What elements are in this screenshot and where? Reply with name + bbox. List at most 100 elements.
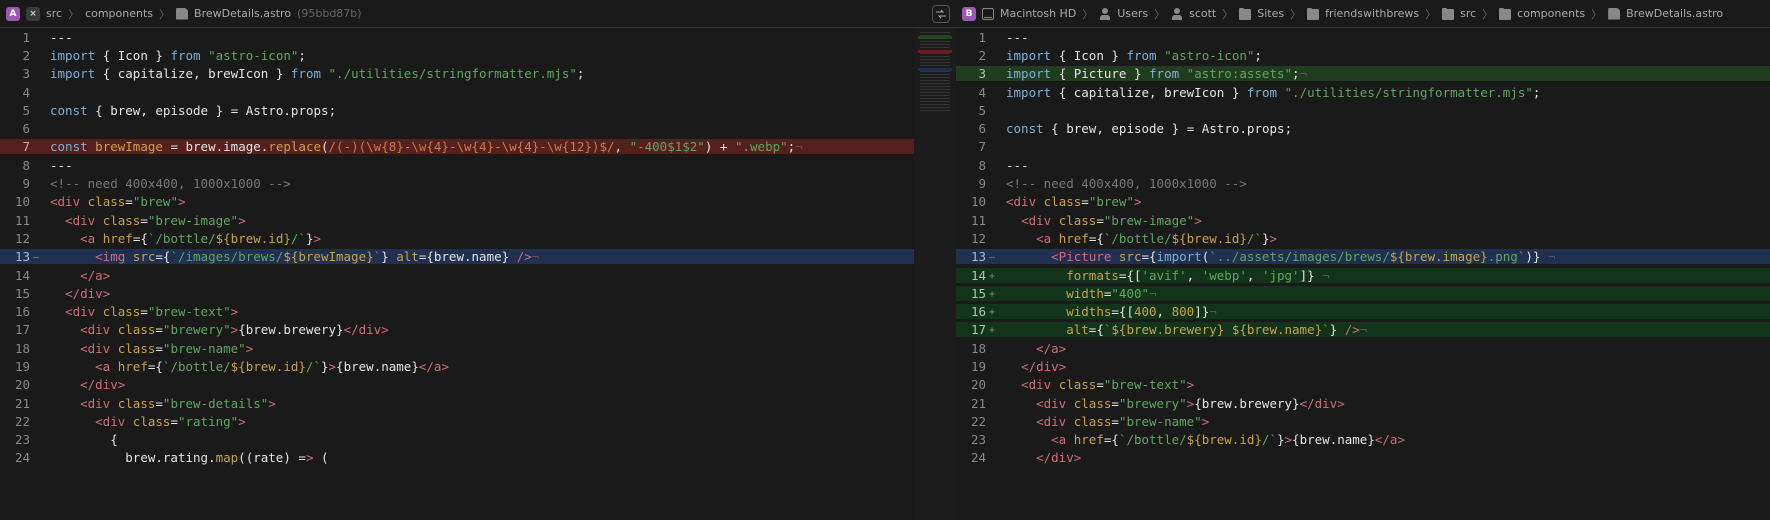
code-line[interactable]: 2import { Icon } from "astro-icon"; (956, 46, 1770, 64)
swap-panes-button[interactable] (932, 5, 950, 23)
code-line[interactable]: 15+ width="400"¬ (956, 284, 1770, 302)
code-content[interactable]: <div class="brew-image"> (1000, 213, 1770, 228)
crumb-sites[interactable]: Sites (1257, 7, 1284, 20)
code-content[interactable]: <div class="brewery">{brew.brewery}</div… (44, 322, 914, 337)
code-content[interactable]: </div> (44, 377, 914, 392)
code-content[interactable]: <a href={`/bottle/${brew.id}/`}> (1000, 231, 1770, 246)
code-line[interactable]: 11 <div class="brew-image"> (956, 211, 1770, 229)
code-line[interactable]: 12 <a href={`/bottle/${brew.id}/`}> (956, 229, 1770, 247)
crumb-file[interactable]: BrewDetails.astro (1626, 7, 1723, 20)
code-content[interactable]: <div class="rating"> (44, 414, 914, 429)
code-content[interactable]: <div class="brew"> (44, 194, 914, 209)
code-line[interactable]: 23 <a href={`/bottle/${brew.id}/`}>{brew… (956, 431, 1770, 449)
code-line[interactable]: 3import { capitalize, brewIcon } from ".… (0, 65, 914, 83)
code-line[interactable]: 22 <div class="rating"> (0, 412, 914, 430)
code-line[interactable]: 7 (956, 138, 1770, 156)
code-line[interactable]: 5 (956, 101, 1770, 119)
code-line[interactable]: 14 </a> (0, 266, 914, 284)
code-line[interactable]: 6const { brew, episode } = Astro.props; (956, 119, 1770, 137)
code-line[interactable]: 3import { Picture } from "astro:assets";… (956, 65, 1770, 83)
code-line[interactable]: 9<!-- need 400x400, 1000x1000 --> (0, 174, 914, 192)
code-line[interactable]: 13– <img src={`/images/brews/${brewImage… (0, 248, 914, 266)
code-line[interactable]: 2import { Icon } from "astro-icon"; (0, 46, 914, 64)
code-line[interactable]: 15 </div> (0, 284, 914, 302)
code-line[interactable]: 4 (0, 83, 914, 101)
right-code-pane[interactable]: 1---2import { Icon } from "astro-icon";3… (956, 28, 1770, 520)
code-content[interactable]: <a href={`/bottle/${brew.id}/`}>{brew.na… (44, 359, 914, 374)
code-content[interactable]: </div> (44, 286, 914, 301)
crumb-file[interactable]: BrewDetails.astro (194, 7, 291, 20)
code-content[interactable]: --- (44, 30, 914, 45)
code-content[interactable]: const { brew, episode } = Astro.props; (44, 103, 914, 118)
code-content[interactable]: import { capitalize, brewIcon } from "./… (1000, 85, 1770, 100)
code-content[interactable]: <!-- need 400x400, 1000x1000 --> (1000, 176, 1770, 191)
code-line[interactable]: 11 <div class="brew-image"> (0, 211, 914, 229)
crumb-scott[interactable]: scott (1189, 7, 1216, 20)
crumb-src[interactable]: src (46, 7, 62, 20)
code-content[interactable]: </div> (1000, 359, 1770, 374)
code-line[interactable]: 6 (0, 119, 914, 137)
code-content[interactable]: { (44, 432, 914, 447)
code-content[interactable]: import { capitalize, brewIcon } from "./… (44, 66, 914, 81)
code-content[interactable]: <img src={`/images/brews/${brewImage}`} … (44, 249, 914, 264)
code-line[interactable]: 12 <a href={`/bottle/${brew.id}/`}> (0, 229, 914, 247)
crumb-components[interactable]: components (85, 7, 153, 20)
code-content[interactable]: --- (44, 158, 914, 173)
code-content[interactable]: const brewImage = brew.image.replace(/(-… (44, 139, 914, 154)
code-line[interactable]: 17+ alt={`${brew.brewery} ${brew.name}`}… (956, 321, 1770, 339)
code-line[interactable]: 4import { capitalize, brewIcon } from ".… (956, 83, 1770, 101)
code-line[interactable]: 14+ formats={['avif', 'webp', 'jpg']} ¬ (956, 266, 1770, 284)
code-content[interactable]: <div class="brew-image"> (44, 213, 914, 228)
code-content[interactable]: <div class="brewery">{brew.brewery}</div… (1000, 396, 1770, 411)
code-content[interactable]: import { Icon } from "astro-icon"; (44, 48, 914, 63)
code-line[interactable]: 8--- (956, 156, 1770, 174)
code-line[interactable]: 10<div class="brew"> (0, 193, 914, 211)
code-line[interactable]: 23 { (0, 431, 914, 449)
code-content[interactable]: import { Icon } from "astro-icon"; (1000, 48, 1770, 63)
code-content[interactable]: </a> (44, 268, 914, 283)
code-line[interactable]: 5const { brew, episode } = Astro.props; (0, 101, 914, 119)
code-content[interactable]: <Picture src={import(`../assets/images/b… (1000, 249, 1770, 264)
code-line[interactable]: 17 <div class="brewery">{brew.brewery}</… (0, 321, 914, 339)
code-line[interactable]: 22 <div class="brew-name"> (956, 412, 1770, 430)
code-content[interactable]: <a href={`/bottle/${brew.id}/`}> (44, 231, 914, 246)
code-content[interactable]: --- (1000, 158, 1770, 173)
code-content[interactable]: </div> (1000, 450, 1770, 465)
left-code-pane[interactable]: 1---2import { Icon } from "astro-icon";3… (0, 28, 914, 520)
code-line[interactable]: 9<!-- need 400x400, 1000x1000 --> (956, 174, 1770, 192)
code-line[interactable]: 16 <div class="brew-text"> (0, 302, 914, 320)
code-content[interactable]: const { brew, episode } = Astro.props; (1000, 121, 1770, 136)
code-content[interactable]: formats={['avif', 'webp', 'jpg']} ¬ (1000, 268, 1770, 283)
code-line[interactable]: 16+ widths={[400, 800]}¬ (956, 302, 1770, 320)
code-content[interactable]: --- (1000, 30, 1770, 45)
crumb-disk[interactable]: Macintosh HD (1000, 7, 1076, 20)
minimap-scrollbar[interactable] (914, 28, 956, 520)
code-line[interactable]: 10<div class="brew"> (956, 193, 1770, 211)
code-content[interactable]: <!-- need 400x400, 1000x1000 --> (44, 176, 914, 191)
code-line[interactable]: 24 brew.rating.map((rate) => ( (0, 449, 914, 467)
code-content[interactable]: </a> (1000, 341, 1770, 356)
code-content[interactable]: <div class="brew-name"> (44, 341, 914, 356)
close-tab-button[interactable]: × (26, 7, 40, 21)
code-line[interactable]: 18 </a> (956, 339, 1770, 357)
code-line[interactable]: 20 </div> (0, 376, 914, 394)
code-line[interactable]: 20 <div class="brew-text"> (956, 376, 1770, 394)
code-content[interactable]: <div class="brew-text"> (44, 304, 914, 319)
code-line[interactable]: 19 <a href={`/bottle/${brew.id}/`}>{brew… (0, 357, 914, 375)
code-line[interactable]: 7const brewImage = brew.image.replace(/(… (0, 138, 914, 156)
code-content[interactable]: widths={[400, 800]}¬ (1000, 304, 1770, 319)
code-content[interactable]: alt={`${brew.brewery} ${brew.name}`} />¬ (1000, 322, 1770, 337)
code-content[interactable]: <div class="brew-text"> (1000, 377, 1770, 392)
code-line[interactable]: 13– <Picture src={import(`../assets/imag… (956, 248, 1770, 266)
code-content[interactable]: import { Picture } from "astro:assets";¬ (1000, 66, 1770, 81)
crumb-src[interactable]: src (1460, 7, 1476, 20)
code-line[interactable]: 21 <div class="brewery">{brew.brewery}</… (956, 394, 1770, 412)
code-content[interactable]: <div class="brew"> (1000, 194, 1770, 209)
code-line[interactable]: 8--- (0, 156, 914, 174)
code-line[interactable]: 24 </div> (956, 449, 1770, 467)
code-line[interactable]: 1--- (0, 28, 914, 46)
code-line[interactable]: 1--- (956, 28, 1770, 46)
crumb-components[interactable]: components (1517, 7, 1585, 20)
code-content[interactable]: brew.rating.map((rate) => ( (44, 450, 914, 465)
code-line[interactable]: 18 <div class="brew-name"> (0, 339, 914, 357)
